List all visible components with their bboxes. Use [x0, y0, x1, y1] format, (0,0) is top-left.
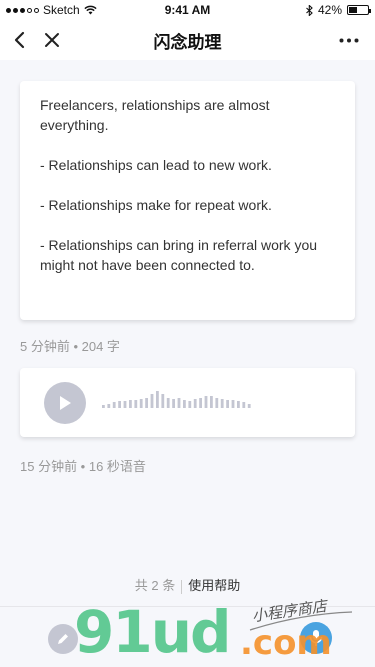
note-meta: 5 分钟前 • 204 字	[20, 339, 120, 354]
waveform-bar	[150, 394, 154, 408]
waveform-bar	[237, 401, 240, 408]
bluetooth-icon	[306, 4, 313, 16]
battery-fill	[349, 7, 357, 13]
note-paragraph: Freelancers, relationships are almost ev…	[40, 97, 270, 133]
waveform	[102, 391, 251, 408]
waveform-bar	[172, 399, 175, 408]
battery-icon	[347, 5, 371, 15]
waveform-bar	[199, 398, 202, 408]
waveform-bar	[156, 391, 159, 408]
note-paragraph: - Relationships can lead to new work.	[40, 157, 272, 173]
waveform-bar	[226, 400, 229, 408]
watermark-tagline: 小程序商店	[251, 597, 330, 626]
waveform-bar	[177, 398, 181, 408]
play-button[interactable]	[44, 382, 86, 424]
waveform-bar	[102, 405, 105, 408]
help-link[interactable]: 使用帮助	[188, 578, 240, 593]
watermark-brand: 91ud	[74, 598, 230, 666]
battery-percent: 42%	[317, 3, 342, 17]
note-card[interactable]: Freelancers, relationships are almost ev…	[20, 81, 355, 320]
waveform-bar	[161, 394, 165, 408]
waveform-bar	[134, 400, 138, 408]
waveform-bar	[123, 401, 127, 408]
waveform-bar	[210, 396, 213, 408]
note-paragraph: - Relationships make for repeat work.	[40, 197, 272, 213]
note-paragraph: - Relationships can bring in referral wo…	[40, 237, 318, 273]
waveform-bar	[215, 398, 219, 408]
note-count: 共 2 条	[134, 578, 176, 593]
waveform-bar	[107, 404, 111, 408]
waveform-bar	[204, 396, 208, 408]
more-button[interactable]	[335, 26, 363, 54]
status-right: 42%	[306, 3, 371, 17]
waveform-bar	[220, 399, 224, 408]
nav-bar: 闪念助理	[0, 20, 375, 60]
waveform-bar	[247, 404, 251, 408]
status-bar: Sketch 9:41 AM 42%	[0, 0, 375, 20]
waveform-bar	[183, 400, 186, 408]
watermark-logo: 91ud .com 小程序商店	[74, 597, 353, 666]
waveform-bar	[188, 401, 192, 408]
voice-card[interactable]	[20, 368, 355, 437]
play-icon	[60, 396, 71, 410]
voice-meta: 15 分钟前 • 16 秒语音	[20, 459, 146, 474]
more-icon	[339, 38, 359, 42]
waveform-bar	[139, 399, 143, 408]
waveform-bar	[193, 399, 197, 408]
waveform-bar	[231, 400, 235, 408]
waveform-bar	[129, 400, 132, 408]
waveform-bar	[112, 402, 116, 408]
waveform-bar	[242, 402, 246, 408]
waveform-bar	[118, 401, 121, 408]
waveform-bar	[145, 398, 148, 408]
waveform-bar	[166, 398, 170, 408]
page-title: 闪念助理	[153, 33, 222, 52]
